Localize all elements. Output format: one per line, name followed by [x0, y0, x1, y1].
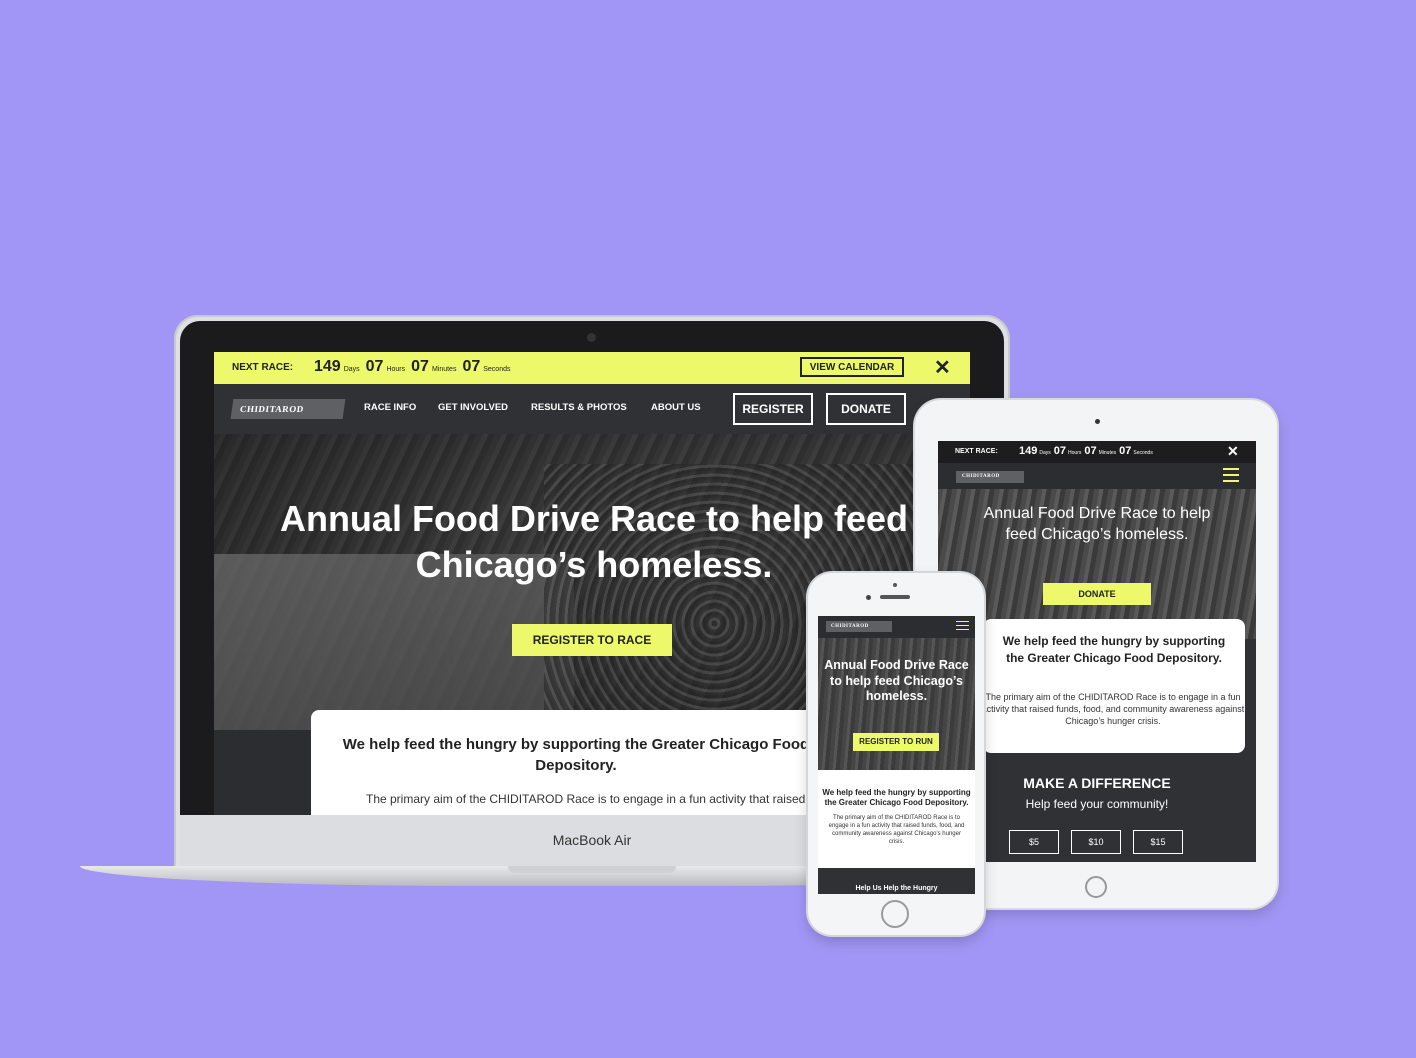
donate-amount-5[interactable]: $5: [1009, 830, 1059, 854]
mission-text: The primary aim of the CHIDITAROD Race i…: [828, 815, 965, 845]
countdown-minutes: 07: [1084, 445, 1097, 457]
camera-icon: [587, 333, 596, 342]
tablet-mission-card: We help feed the hungry by supporting th…: [981, 619, 1245, 753]
seconds-unit: Seconds: [483, 366, 511, 373]
countdown-bar: NEXT RACE: 149 Days 07 Hours 07 Minutes 07 Seco…: [214, 352, 970, 384]
camera-icon: [866, 595, 871, 600]
countdown-timer: 149 Days 07 Hours 07 Minutes 07 Seconds: [1019, 445, 1156, 457]
register-to-race-button[interactable]: REGISTER TO RACE: [512, 624, 672, 656]
nav-about-us[interactable]: ABOUT US: [651, 402, 701, 413]
mission-text: The primary aim of the CHIDITAROD Race i…: [366, 792, 826, 806]
logo-icon[interactable]: CHIDITAROD: [230, 399, 346, 419]
view-calendar-button[interactable]: VIEW CALENDAR: [800, 357, 904, 377]
countdown-timer: 149 Days 07 Hours 07 Minutes 07 Seconds: [314, 358, 517, 376]
mission-title: We help feed the hungry by supporting th…: [822, 788, 971, 807]
phone-nav: CHIDITAROD: [818, 616, 975, 638]
nav-race-info[interactable]: RACE INFO: [364, 402, 416, 413]
mission-title: We help feed the hungry by supporting th…: [1002, 634, 1226, 665]
hamburger-menu-icon[interactable]: [1223, 468, 1239, 486]
countdown-seconds: 07: [462, 358, 481, 375]
countdown-hours: 07: [1053, 445, 1067, 457]
home-button-icon: [1085, 876, 1107, 898]
mission-title: We help feed the hungry by supporting th…: [342, 736, 810, 774]
tablet-hero: Annual Food Drive Race to help feed Chic…: [938, 489, 1256, 639]
countdown-minutes: 07: [411, 358, 429, 375]
logo-icon[interactable]: CHIDITAROD: [826, 621, 892, 632]
phone-sensor: [893, 583, 897, 587]
main-nav: CHIDITAROD RACE INFO GET INVOLVED RESULT…: [214, 384, 970, 434]
hamburger-menu-icon[interactable]: [956, 621, 969, 634]
countdown-days: 149: [314, 358, 341, 375]
donate-button[interactable]: DONATE: [826, 393, 906, 425]
hours-unit: Hours: [386, 366, 406, 373]
phone-screen: CHIDITAROD Annual Food Drive Race to hel…: [818, 616, 975, 894]
days-unit: Days: [343, 366, 360, 373]
countdown-seconds: 07: [1119, 445, 1132, 457]
countdown-label: NEXT RACE:: [232, 362, 294, 373]
countdown-days: 149: [1019, 445, 1038, 457]
laptop-notch: [508, 866, 676, 873]
phone-mission-card: We help feed the hungry by supporting th…: [818, 770, 975, 868]
camera-icon: [1095, 419, 1100, 424]
logo-icon[interactable]: CHIDITAROD: [956, 471, 1024, 483]
close-icon[interactable]: ✕: [1227, 443, 1239, 460]
tablet-countdown-bar: NEXT RACE: 149 Days 07 Hours 07 Minutes 07 Seco…: [938, 441, 1256, 463]
phone-footer-heading: Help Us Help the Hungry: [855, 885, 938, 892]
tablet-nav: CHIDITAROD: [938, 463, 1256, 489]
mission-text: The primary aim of the CHIDITAROD Race i…: [981, 692, 1245, 726]
phone-speaker: [880, 595, 910, 599]
phone-hero: Annual Food Drive Race to help feed Chic…: [818, 638, 975, 770]
countdown-hours: 07: [365, 358, 384, 375]
home-button-icon: [881, 900, 909, 928]
mission-card: We help feed the hungry by supporting th…: [311, 710, 841, 815]
countdown-label: NEXT RACE:: [955, 448, 998, 455]
make-difference-subtitle: Help feed your community!: [1025, 797, 1169, 811]
nav-results-photos[interactable]: RESULTS & PHOTOS: [531, 402, 627, 413]
seconds-unit: Seconds: [1133, 450, 1153, 456]
donate-amount-10[interactable]: $10: [1071, 830, 1121, 854]
register-to-run-button[interactable]: REGISTER TO RUN: [853, 733, 939, 751]
laptop-model-label: MacBook Air: [552, 832, 632, 848]
donate-button[interactable]: DONATE: [1043, 583, 1151, 605]
minutes-unit: Minutes: [431, 366, 457, 373]
nav-get-involved[interactable]: GET INVOLVED: [438, 402, 508, 413]
hours-unit: Hours: [1068, 450, 1082, 456]
hero-title: Annual Food Drive Race to help feed Chic…: [279, 498, 909, 585]
minutes-unit: Minutes: [1098, 450, 1117, 456]
donate-amount-15[interactable]: $15: [1133, 830, 1183, 854]
tablet-hero-title: Annual Food Drive Race to help feed Chic…: [983, 505, 1211, 543]
close-icon[interactable]: ✕: [934, 355, 951, 380]
make-difference-section: MAKE A DIFFERENCE Help feed your communi…: [978, 775, 1216, 811]
register-button[interactable]: REGISTER: [733, 393, 813, 425]
phone-hero-title: Annual Food Drive Race to help feed Chic…: [824, 658, 969, 703]
tablet-screen: NEXT RACE: 149 Days 07 Hours 07 Minutes 07 Seco…: [938, 441, 1256, 862]
days-unit: Days: [1039, 450, 1051, 456]
make-difference-title: MAKE A DIFFERENCE: [1023, 775, 1171, 791]
